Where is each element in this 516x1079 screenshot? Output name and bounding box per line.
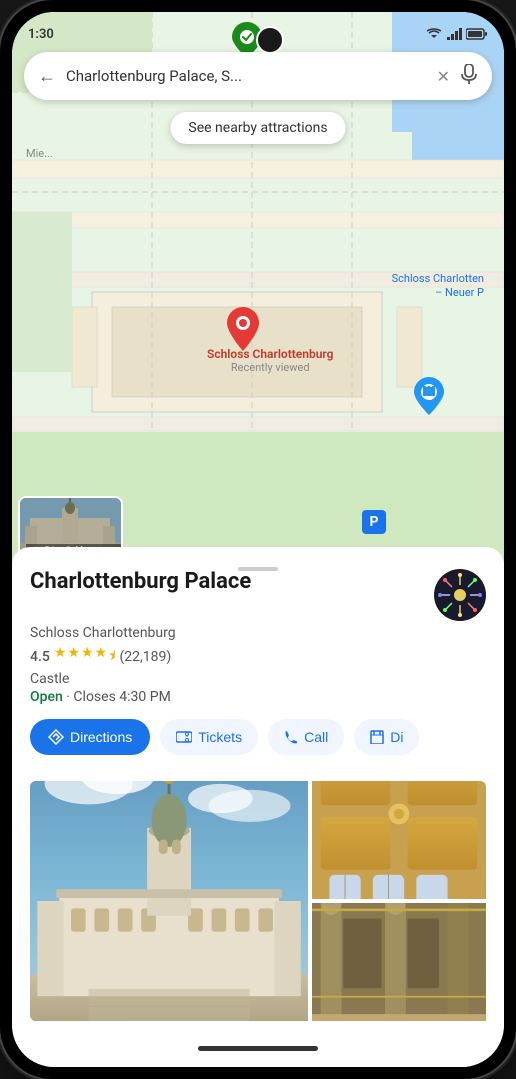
location-pin[interactable]	[227, 307, 259, 355]
svg-text:P: P	[369, 514, 378, 530]
photos-grid[interactable]	[12, 781, 504, 1021]
interior-photo-1	[312, 781, 486, 899]
wifi-icon	[426, 28, 442, 40]
mic-button[interactable]	[460, 64, 478, 88]
map-place-label: Schloss Charlottenburg Recently viewed	[207, 347, 333, 374]
palace-photo	[30, 781, 308, 1021]
call-button[interactable]: Call	[268, 719, 344, 755]
place-title: Charlottenburg Palace	[30, 569, 251, 594]
photo-main[interactable]	[30, 781, 308, 1021]
back-button[interactable]: ←	[38, 66, 56, 87]
place-status: Open · Closes 4:30 PM	[30, 689, 486, 705]
directions-button[interactable]: Directions	[30, 719, 150, 755]
drag-handle[interactable]	[238, 567, 278, 571]
svg-text:Mie...: Mie...	[26, 147, 53, 160]
phone-screen: P Mie... 1:30	[12, 12, 504, 1067]
call-icon	[284, 730, 298, 744]
close-time: · Closes 4:30 PM	[66, 689, 171, 705]
chess-pin-icon	[414, 377, 444, 415]
review-count: (22,189)	[119, 649, 171, 665]
open-status: Open	[30, 689, 63, 705]
place-type: Castle	[30, 671, 486, 687]
chess-pin[interactable]	[414, 377, 444, 419]
nearby-attractions-button[interactable]: See nearby attractions	[170, 112, 345, 144]
signal-icon	[446, 28, 462, 40]
place-info: Charlottenburg Palace	[12, 547, 504, 781]
bottom-sheet: Charlottenburg Palace	[12, 547, 504, 1067]
place-avatar-img	[434, 569, 486, 621]
phone-frame: P Mie... 1:30	[0, 0, 516, 1079]
red-pin-icon	[227, 307, 259, 351]
battery-icon	[466, 28, 488, 40]
search-bar[interactable]: ← Charlottenburg Palace, S... ✕	[24, 52, 492, 100]
place-title-area: Charlottenburg Palace	[30, 569, 251, 594]
photo-interior-top[interactable]	[312, 781, 486, 899]
place-subtitle: Schloss Charlottenburg	[30, 625, 486, 641]
nearby-label: See nearby attractions	[188, 120, 327, 136]
more-label: Di	[390, 729, 403, 745]
status-time: 1:30	[28, 27, 54, 42]
map-place-recently: Recently viewed	[207, 361, 333, 374]
tickets-button[interactable]: Tickets	[160, 719, 258, 755]
rating-number: 4.5	[30, 649, 50, 665]
call-label: Call	[304, 729, 328, 745]
interior-photo-2	[312, 903, 486, 1021]
tickets-icon	[176, 730, 192, 744]
status-icons	[426, 28, 488, 40]
directions-label: Directions	[70, 729, 132, 745]
directions-icon	[48, 729, 64, 745]
tickets-label: Tickets	[198, 729, 242, 745]
action-buttons: Directions Tickets	[30, 719, 486, 755]
star-2: ★	[67, 645, 80, 669]
more-button[interactable]: Di	[354, 719, 419, 755]
star-4: ★	[95, 645, 108, 669]
rating-row: 4.5 ★ ★ ★ ★ ⯨ (22,189)	[30, 645, 486, 669]
clear-button[interactable]: ✕	[437, 67, 450, 86]
map-place-name: Schloss Charlottenburg	[207, 347, 333, 361]
stars-container: ★ ★ ★ ★ ⯨	[54, 645, 116, 669]
star-3: ★	[81, 645, 94, 669]
star-5: ⯨	[108, 645, 115, 669]
search-input[interactable]: Charlottenburg Palace, S...	[66, 67, 427, 85]
map-label-line2: – Neuer P	[392, 286, 484, 300]
map-area: P Mie... 1:30	[12, 12, 504, 572]
status-bar: 1:30	[12, 12, 504, 48]
save-icon	[370, 730, 384, 744]
photo-side	[312, 781, 486, 1021]
place-header: Charlottenburg Palace	[30, 569, 486, 621]
map-label-charlottenburg: Schloss Charlotten – Neuer P	[392, 272, 484, 301]
mic-icon	[460, 64, 478, 84]
map-label-line1: Schloss Charlotten	[392, 272, 484, 286]
photo-interior-bottom[interactable]	[312, 903, 486, 1021]
home-indicator[interactable]	[198, 1046, 318, 1051]
place-avatar[interactable]	[434, 569, 486, 621]
star-1: ★	[54, 645, 67, 669]
